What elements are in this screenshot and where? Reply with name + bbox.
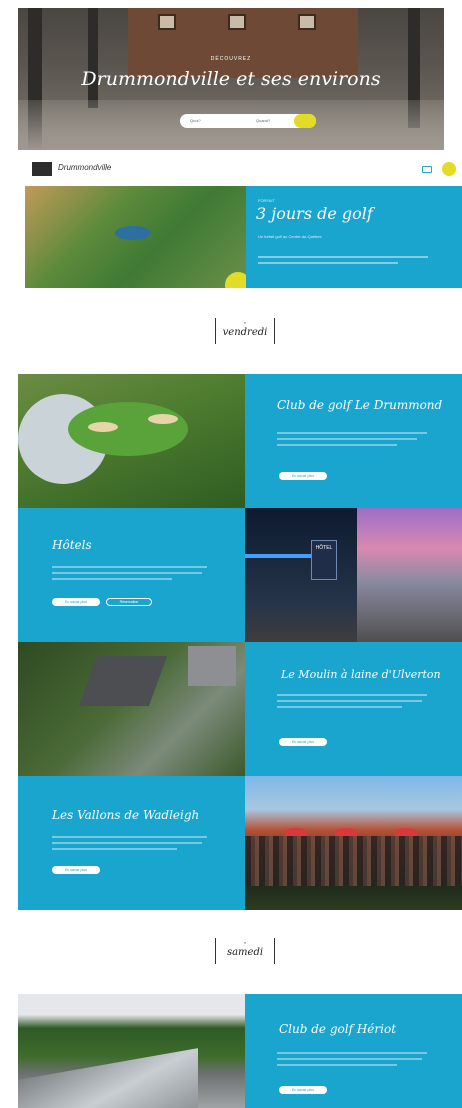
item-panel: Hôtels En savoir plus Réservation [18, 508, 245, 642]
item-text-line [52, 566, 207, 568]
logo[interactable] [32, 162, 52, 176]
intro-panel: FORFAIT 3 jours de golf Un forfait golf … [246, 186, 462, 288]
intro-text-line [258, 256, 428, 258]
item-panel: Club de golf Le Drummond En savoir plus [245, 374, 462, 508]
hotel-building-night [245, 508, 357, 642]
search-field-when[interactable]: Quand? [256, 118, 270, 123]
day-heading-saturday: ● samedi [215, 938, 275, 964]
golf-course-photo [18, 374, 245, 508]
day-dot-icon: ● [243, 320, 247, 325]
item-panel: Le Moulin à laine d'Ulverton En savoir p… [245, 642, 462, 776]
item-text-line [277, 1058, 422, 1060]
learn-more-button[interactable]: En savoir plus [279, 472, 327, 480]
item-title: Club de golf Le Drummond [277, 398, 443, 412]
river-photo [18, 994, 245, 1108]
item-text-line [52, 842, 202, 844]
hotel-sign: HÔTEL [311, 540, 337, 580]
hotel-photo: HÔTEL [245, 508, 462, 642]
item-text-line [52, 578, 172, 580]
intro-kicker: FORFAIT [258, 198, 275, 203]
day-label: samedi [226, 947, 264, 958]
learn-more-button[interactable]: En savoir plus [279, 738, 327, 746]
mill-roof [188, 646, 236, 686]
intro-title: 3 jours de golf [256, 204, 373, 223]
item-row-hotels: Hôtels En savoir plus Réservation HÔTEL [18, 508, 462, 642]
photo-bunker [148, 414, 178, 424]
item-row-vallons: Les Vallons de Wadleigh En savoir plus [18, 776, 462, 910]
hero-window [228, 14, 246, 30]
item-text-line [52, 836, 207, 838]
intro-golf-photo [25, 186, 246, 288]
item-row-moulin: Le Moulin à laine d'Ulverton En savoir p… [18, 642, 462, 776]
item-text-line [52, 848, 177, 850]
item-text-line [277, 706, 402, 708]
photo-bunker [88, 422, 118, 432]
photo-crowd [245, 836, 462, 886]
learn-more-button[interactable]: En savoir plus [52, 866, 100, 874]
mail-icon[interactable] [422, 166, 432, 173]
item-text-line [52, 572, 202, 574]
day-label: vendredi [222, 327, 268, 338]
item-title: Hôtels [52, 538, 92, 552]
item-title: Les Vallons de Wadleigh [52, 808, 200, 822]
photo-umbrella [335, 828, 357, 836]
day-dot-icon: ● [243, 940, 247, 945]
reservation-button[interactable]: Réservation [106, 598, 152, 606]
intro-section: FORFAIT 3 jours de golf Un forfait golf … [25, 186, 462, 288]
item-text-line [277, 1052, 427, 1054]
menu-button[interactable] [442, 162, 456, 176]
hero-window [298, 14, 316, 30]
hero-window [158, 14, 176, 30]
search-field-what[interactable]: Quoi? [190, 118, 201, 123]
item-text-line [277, 1064, 397, 1066]
hotel-building-dusk [357, 508, 462, 642]
day-heading-friday: ● vendredi [215, 318, 275, 344]
hero-kicker: DÉCOUVREZ [210, 56, 252, 62]
item-panel: Les Vallons de Wadleigh En savoir plus [18, 776, 245, 910]
item-text-line [277, 700, 422, 702]
item-panel: Club de golf Hériot En savoir plus [245, 994, 462, 1108]
hero-title: Drummondville et ses environs [81, 68, 381, 90]
learn-more-button[interactable]: En savoir plus [279, 1086, 327, 1094]
learn-more-button[interactable]: En savoir plus [52, 598, 100, 606]
search-button[interactable] [294, 114, 316, 128]
hero-banner: DÉCOUVREZ Drummondville et ses environs … [18, 8, 444, 150]
hotel-neon-light [245, 554, 315, 558]
photo-pond [115, 226, 151, 240]
item-row-heriot: Club de golf Hériot En savoir plus [18, 994, 462, 1108]
mill-photo [18, 642, 245, 776]
item-text-line [277, 694, 427, 696]
item-title: Le Moulin à laine d'Ulverton [281, 668, 441, 681]
site-header: Drummondville [18, 150, 462, 186]
photo-green [68, 402, 188, 456]
photo-rocks [18, 1048, 198, 1108]
terrace-photo [245, 776, 462, 910]
item-row-golf-drummond: Club de golf Le Drummond En savoir plus [18, 374, 462, 508]
intro-subtitle: Un forfait golf au Centre-du-Québec [258, 234, 322, 239]
mill-roof [78, 656, 168, 706]
brand-mark[interactable]: Drummondville [58, 163, 111, 172]
yellow-circle-decoration [225, 272, 246, 288]
item-text-line [277, 432, 427, 434]
item-title: Club de golf Hériot [279, 1022, 397, 1036]
photo-umbrella [285, 828, 307, 836]
item-text-line [277, 438, 417, 440]
item-text-line [277, 444, 397, 446]
photo-umbrella [395, 828, 417, 836]
intro-text-line [258, 262, 398, 264]
search-bar[interactable]: Quoi? Quand? [180, 114, 316, 128]
